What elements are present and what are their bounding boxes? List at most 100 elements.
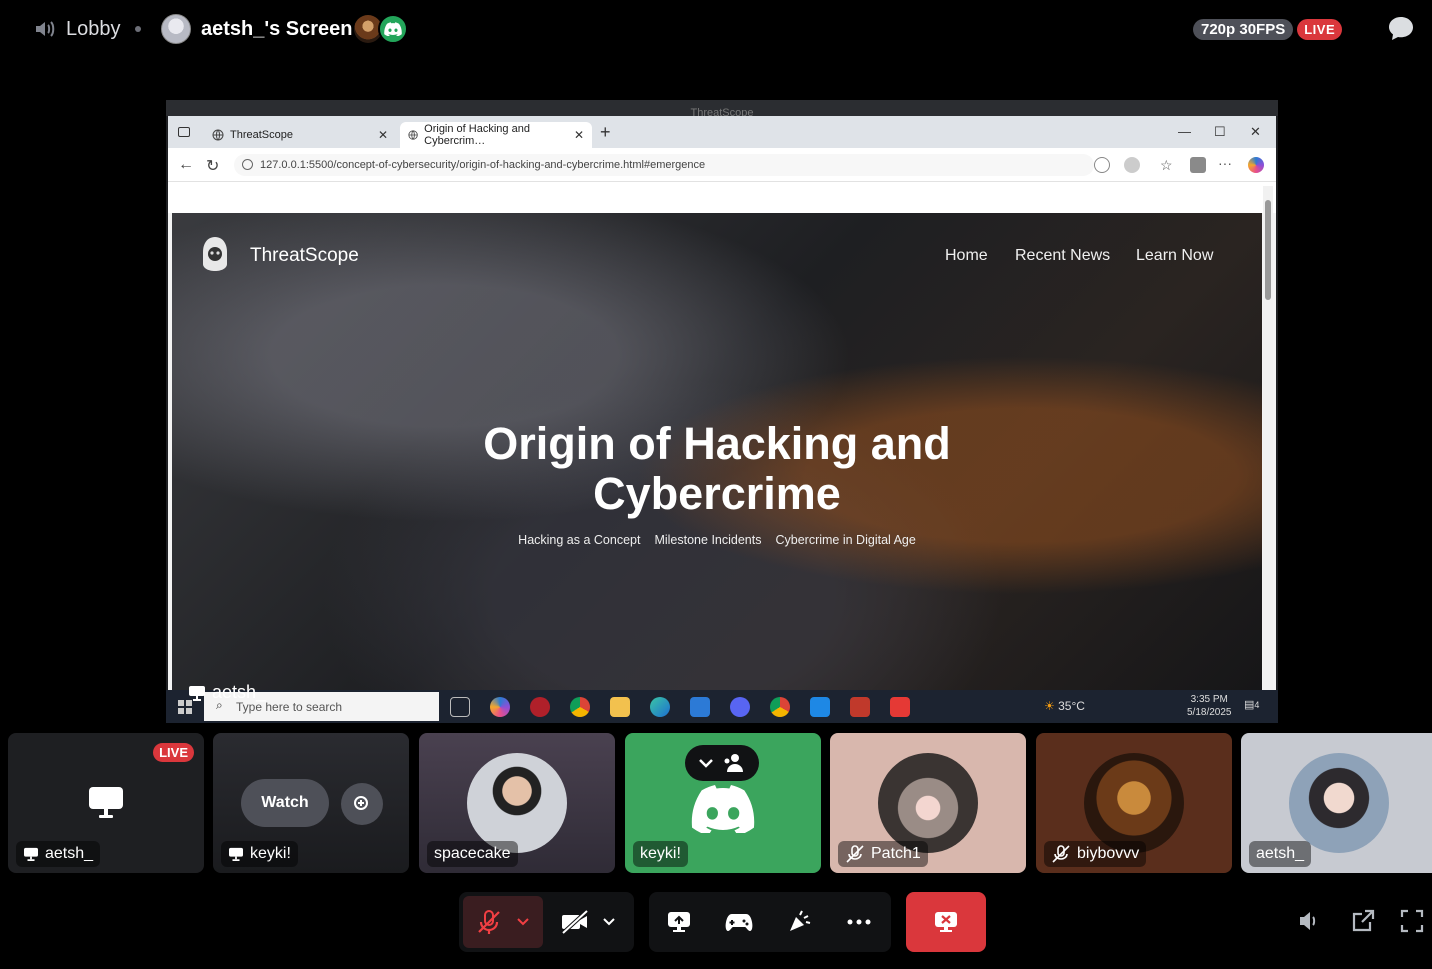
pop-out-icon[interactable]: [1348, 906, 1378, 936]
participant-tile[interactable]: LIVE aetsh_: [8, 733, 204, 873]
participant-name: aetsh_: [1249, 841, 1312, 867]
close-icon[interactable]: ✕: [574, 128, 584, 142]
hero-link[interactable]: Cybercrime in Digital Age: [775, 533, 915, 547]
notification-icon[interactable]: ▤4: [1244, 698, 1259, 711]
screen-icon: [229, 847, 243, 861]
paint-icon[interactable]: [810, 697, 830, 717]
task-view-icon[interactable]: [450, 697, 470, 717]
avatar: [1289, 753, 1389, 853]
avatar: [161, 14, 191, 44]
stream-volume-icon[interactable]: [1294, 906, 1324, 936]
chrome-icon[interactable]: [570, 697, 590, 717]
refresh-icon[interactable]: ↻: [206, 156, 219, 176]
tab-actions-icon[interactable]: [178, 127, 190, 137]
tab-threatscope[interactable]: ThreatScope ✕: [204, 122, 396, 148]
reader-icon[interactable]: [1094, 157, 1110, 173]
participant-tile[interactable]: spacecake: [419, 733, 615, 873]
scroll-thumb[interactable]: [1265, 200, 1271, 300]
globe-icon: [408, 130, 418, 140]
participant-name: spacecake: [427, 841, 518, 867]
media-controls: [459, 892, 634, 952]
participant-tile[interactable]: keyki!: [625, 733, 821, 873]
muted-mic-icon: [846, 845, 864, 863]
participant-name: keyki!: [221, 841, 298, 867]
soundboard-icon[interactable]: [781, 904, 817, 940]
windows-taskbar: ⌕ Type here to search ☀ 35°C 3:35 PM 5/1…: [166, 690, 1278, 723]
participant-name: aetsh_: [16, 841, 101, 867]
discord-avatar: [378, 14, 408, 44]
participant-name: biybovvv: [1044, 841, 1147, 867]
discord-icon: [384, 22, 402, 36]
live-badge: LIVE: [153, 743, 194, 762]
copilot-icon[interactable]: [490, 697, 510, 717]
favorites-icon[interactable]: ☆: [1160, 157, 1176, 173]
fullscreen-icon[interactable]: [1397, 906, 1427, 936]
address-bar: ← ↻ 127.0.0.1:5500/concept-of-cybersecur…: [168, 148, 1276, 182]
chrome-icon[interactable]: [770, 697, 790, 717]
separator-dot: [135, 26, 141, 32]
extensions-icon[interactable]: [1190, 157, 1206, 173]
tab-label: ThreatScope: [230, 129, 293, 141]
hero-title: Origin of Hacking and Cybercrime: [412, 419, 1022, 519]
info-icon: [242, 159, 253, 170]
close-window-icon[interactable]: ✕: [1250, 124, 1261, 140]
screen-icon: [189, 685, 205, 701]
tab-origin-of-hacking[interactable]: Origin of Hacking and Cybercrim… ✕: [400, 122, 592, 148]
mute-mic-icon[interactable]: [471, 904, 507, 940]
nav-recent-news[interactable]: Recent News: [1015, 247, 1110, 265]
new-tab-icon[interactable]: +: [600, 122, 611, 143]
viewer-avatars[interactable]: [354, 14, 408, 44]
screen-share-icon: [89, 787, 123, 818]
minimize-icon[interactable]: —: [1178, 124, 1191, 139]
activities-gamepad-icon[interactable]: [721, 904, 757, 940]
hero-link[interactable]: Hacking as a Concept: [518, 533, 640, 547]
read-aloud-icon[interactable]: [1124, 157, 1140, 173]
participant-tile[interactable]: Patch1: [830, 733, 1026, 873]
tab-label: Origin of Hacking and Cybercrim…: [424, 123, 530, 147]
file-explorer-icon[interactable]: [610, 697, 630, 717]
vscode-icon[interactable]: [690, 697, 710, 717]
discord-icon[interactable]: [730, 697, 750, 717]
close-icon[interactable]: ✕: [378, 128, 388, 142]
stop-stream-button[interactable]: [906, 892, 986, 952]
mic-options-chevron-icon[interactable]: [511, 904, 535, 940]
page-scrollbar[interactable]: [1263, 186, 1273, 690]
quality-badge: 720p 30FPS: [1193, 18, 1294, 40]
participant-tile[interactable]: Watch keyki!: [213, 733, 409, 873]
nav-learn-now[interactable]: Learn Now: [1136, 247, 1213, 265]
camera-off-icon[interactable]: [557, 904, 593, 940]
hero-title-line: Origin of Hacking and: [483, 418, 951, 469]
url-field[interactable]: 127.0.0.1:5500/concept-of-cybersecurity/…: [234, 154, 1094, 176]
url-text: 127.0.0.1:5500/concept-of-cybersecurity/…: [260, 159, 706, 171]
acrobat-icon[interactable]: [890, 697, 910, 717]
edge-icon[interactable]: [650, 697, 670, 717]
app-icon[interactable]: [530, 697, 550, 717]
copilot-icon[interactable]: [1248, 157, 1264, 173]
tile-options[interactable]: [685, 745, 759, 781]
taskbar-clock[interactable]: 3:35 PM 5/18/2025: [1187, 693, 1232, 719]
add-stream-icon[interactable]: [341, 783, 383, 825]
participant-tile[interactable]: biybovvv: [1036, 733, 1232, 873]
back-icon[interactable]: ←: [178, 156, 194, 174]
participant-tile[interactable]: aetsh_: [1241, 733, 1432, 873]
app-icon[interactable]: [850, 697, 870, 717]
watch-button[interactable]: Watch: [241, 779, 329, 827]
participant-name-text: aetsh_: [45, 845, 94, 862]
participant-name: keyki!: [633, 841, 688, 867]
more-options-icon[interactable]: [841, 904, 877, 940]
taskbar-weather[interactable]: ☀ 35°C: [1044, 699, 1085, 713]
stop-screen-share-icon: [935, 912, 957, 932]
chat-icon[interactable]: [1386, 14, 1416, 44]
hero-link[interactable]: Milestone Incidents: [654, 533, 761, 547]
muted-mic-icon: [1052, 845, 1070, 863]
more-icon[interactable]: ···: [1218, 156, 1234, 173]
voice-channel[interactable]: Lobby: [32, 14, 121, 44]
people-icon: [724, 754, 743, 772]
maximize-icon[interactable]: ☐: [1214, 124, 1226, 140]
nav-home[interactable]: Home: [945, 247, 988, 265]
share-screen-icon[interactable]: [661, 904, 697, 940]
hero-title-line: Cybercrime: [593, 468, 841, 519]
tab-strip: ThreatScope ✕ Origin of Hacking and Cybe…: [168, 116, 1276, 148]
screen-share-stream[interactable]: ThreatScope ThreatScope ✕ Origin of Hack…: [166, 100, 1278, 723]
camera-options-chevron-icon[interactable]: [597, 904, 621, 940]
